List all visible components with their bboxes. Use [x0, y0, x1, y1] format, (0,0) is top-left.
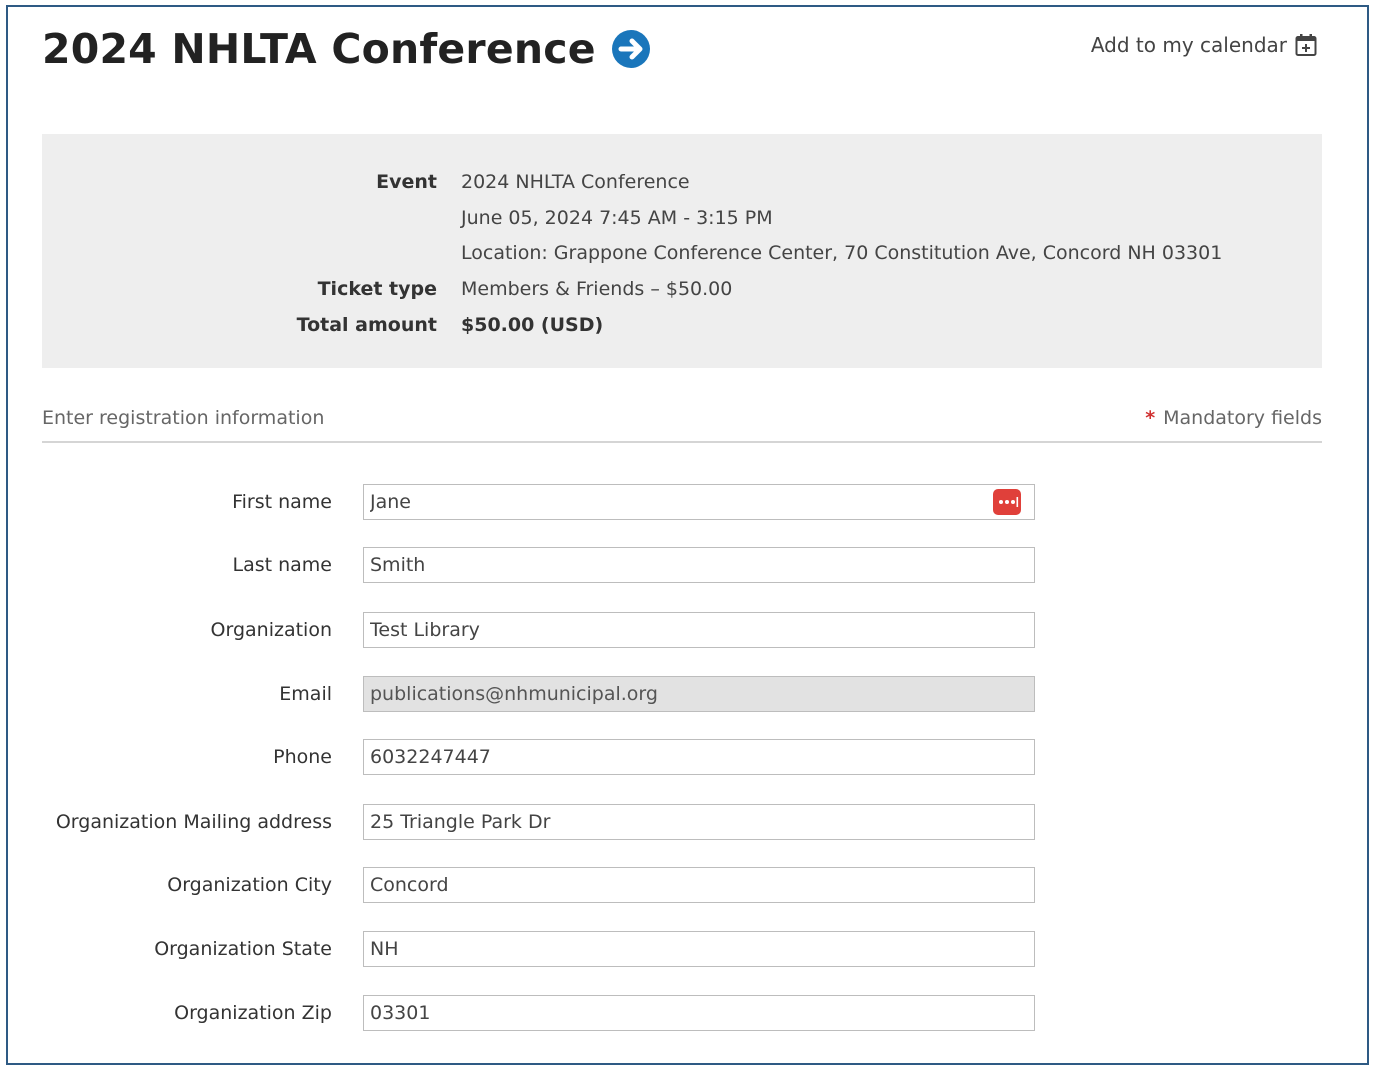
- ticket-type-row: Ticket type Members & Friends – $50.00: [42, 274, 1322, 304]
- city-row: Organization City: [8, 867, 1367, 903]
- last-name-row: Last name: [8, 547, 1367, 583]
- page-title-text: 2024 NHLTA Conference: [42, 25, 596, 73]
- zip-row: Organization Zip: [8, 995, 1367, 1031]
- event-name: 2024 NHLTA Conference: [461, 171, 690, 193]
- email-field: [363, 676, 1035, 712]
- mandatory-star: *: [1145, 407, 1156, 429]
- mandatory-fields-note: * Mandatory fields: [1145, 407, 1322, 429]
- registration-section-header: Enter registration information * Mandator…: [42, 405, 1322, 443]
- mailing-address-input[interactable]: [363, 804, 1035, 840]
- event-summary-panel: Event 2024 NHLTA Conference June 05, 202…: [42, 134, 1322, 368]
- event-row: Event 2024 NHLTA Conference: [42, 167, 1322, 197]
- mailing-address-row: Organization Mailing address: [8, 804, 1367, 840]
- page-header: 2024 NHLTA Conference Add to my calendar: [42, 25, 1317, 81]
- ticket-type-value: Members & Friends – $50.00: [461, 278, 733, 300]
- calendar-add-icon: [1295, 33, 1317, 57]
- event-location-row: Location: Grappone Conference Center, 70…: [42, 238, 1322, 268]
- total-amount-value: $50.00 (USD): [461, 314, 604, 336]
- page-title: 2024 NHLTA Conference: [42, 25, 650, 73]
- total-amount-label: Total amount: [296, 314, 437, 336]
- add-to-calendar-link[interactable]: Add to my calendar: [1091, 33, 1317, 57]
- zip-input[interactable]: [363, 995, 1035, 1031]
- city-label: Organization City: [167, 874, 332, 896]
- phone-row: Phone: [8, 739, 1367, 775]
- phone-label: Phone: [273, 746, 332, 768]
- email-row: Email: [8, 676, 1367, 712]
- first-name-label: First name: [232, 491, 332, 513]
- event-datetime: June 05, 2024 7:45 AM - 3:15 PM: [461, 207, 773, 229]
- organization-label: Organization: [210, 619, 332, 641]
- add-to-calendar-label: Add to my calendar: [1090, 33, 1287, 57]
- registration-section-title: Enter registration information: [42, 407, 325, 429]
- total-amount-row: Total amount $50.00 (USD): [42, 310, 1322, 340]
- last-name-label: Last name: [232, 554, 333, 576]
- state-label: Organization State: [154, 938, 332, 960]
- event-datetime-row: June 05, 2024 7:45 AM - 3:15 PM: [42, 203, 1322, 233]
- organization-input[interactable]: [363, 612, 1035, 648]
- email-label: Email: [279, 683, 332, 705]
- state-input[interactable]: [363, 931, 1035, 967]
- mailing-address-label: Organization Mailing address: [55, 811, 332, 833]
- organization-row: Organization: [8, 612, 1367, 648]
- registration-page: 2024 NHLTA Conference Add to my calendar: [6, 5, 1369, 1065]
- first-name-input[interactable]: [363, 484, 1035, 520]
- ticket-type-label: Ticket type: [317, 278, 437, 300]
- last-name-input[interactable]: [363, 547, 1035, 583]
- event-location: Location: Grappone Conference Center, 70…: [461, 242, 1223, 264]
- event-label: Event: [376, 171, 437, 193]
- arrow-circle-right-icon[interactable]: [611, 30, 650, 68]
- password-manager-icon[interactable]: [993, 489, 1021, 515]
- city-input[interactable]: [363, 867, 1035, 903]
- zip-label: Organization Zip: [174, 1002, 332, 1024]
- first-name-row: First name: [8, 484, 1367, 520]
- state-row: Organization State: [8, 931, 1367, 967]
- phone-input[interactable]: [363, 739, 1035, 775]
- mandatory-fields-text: Mandatory fields: [1163, 407, 1322, 429]
